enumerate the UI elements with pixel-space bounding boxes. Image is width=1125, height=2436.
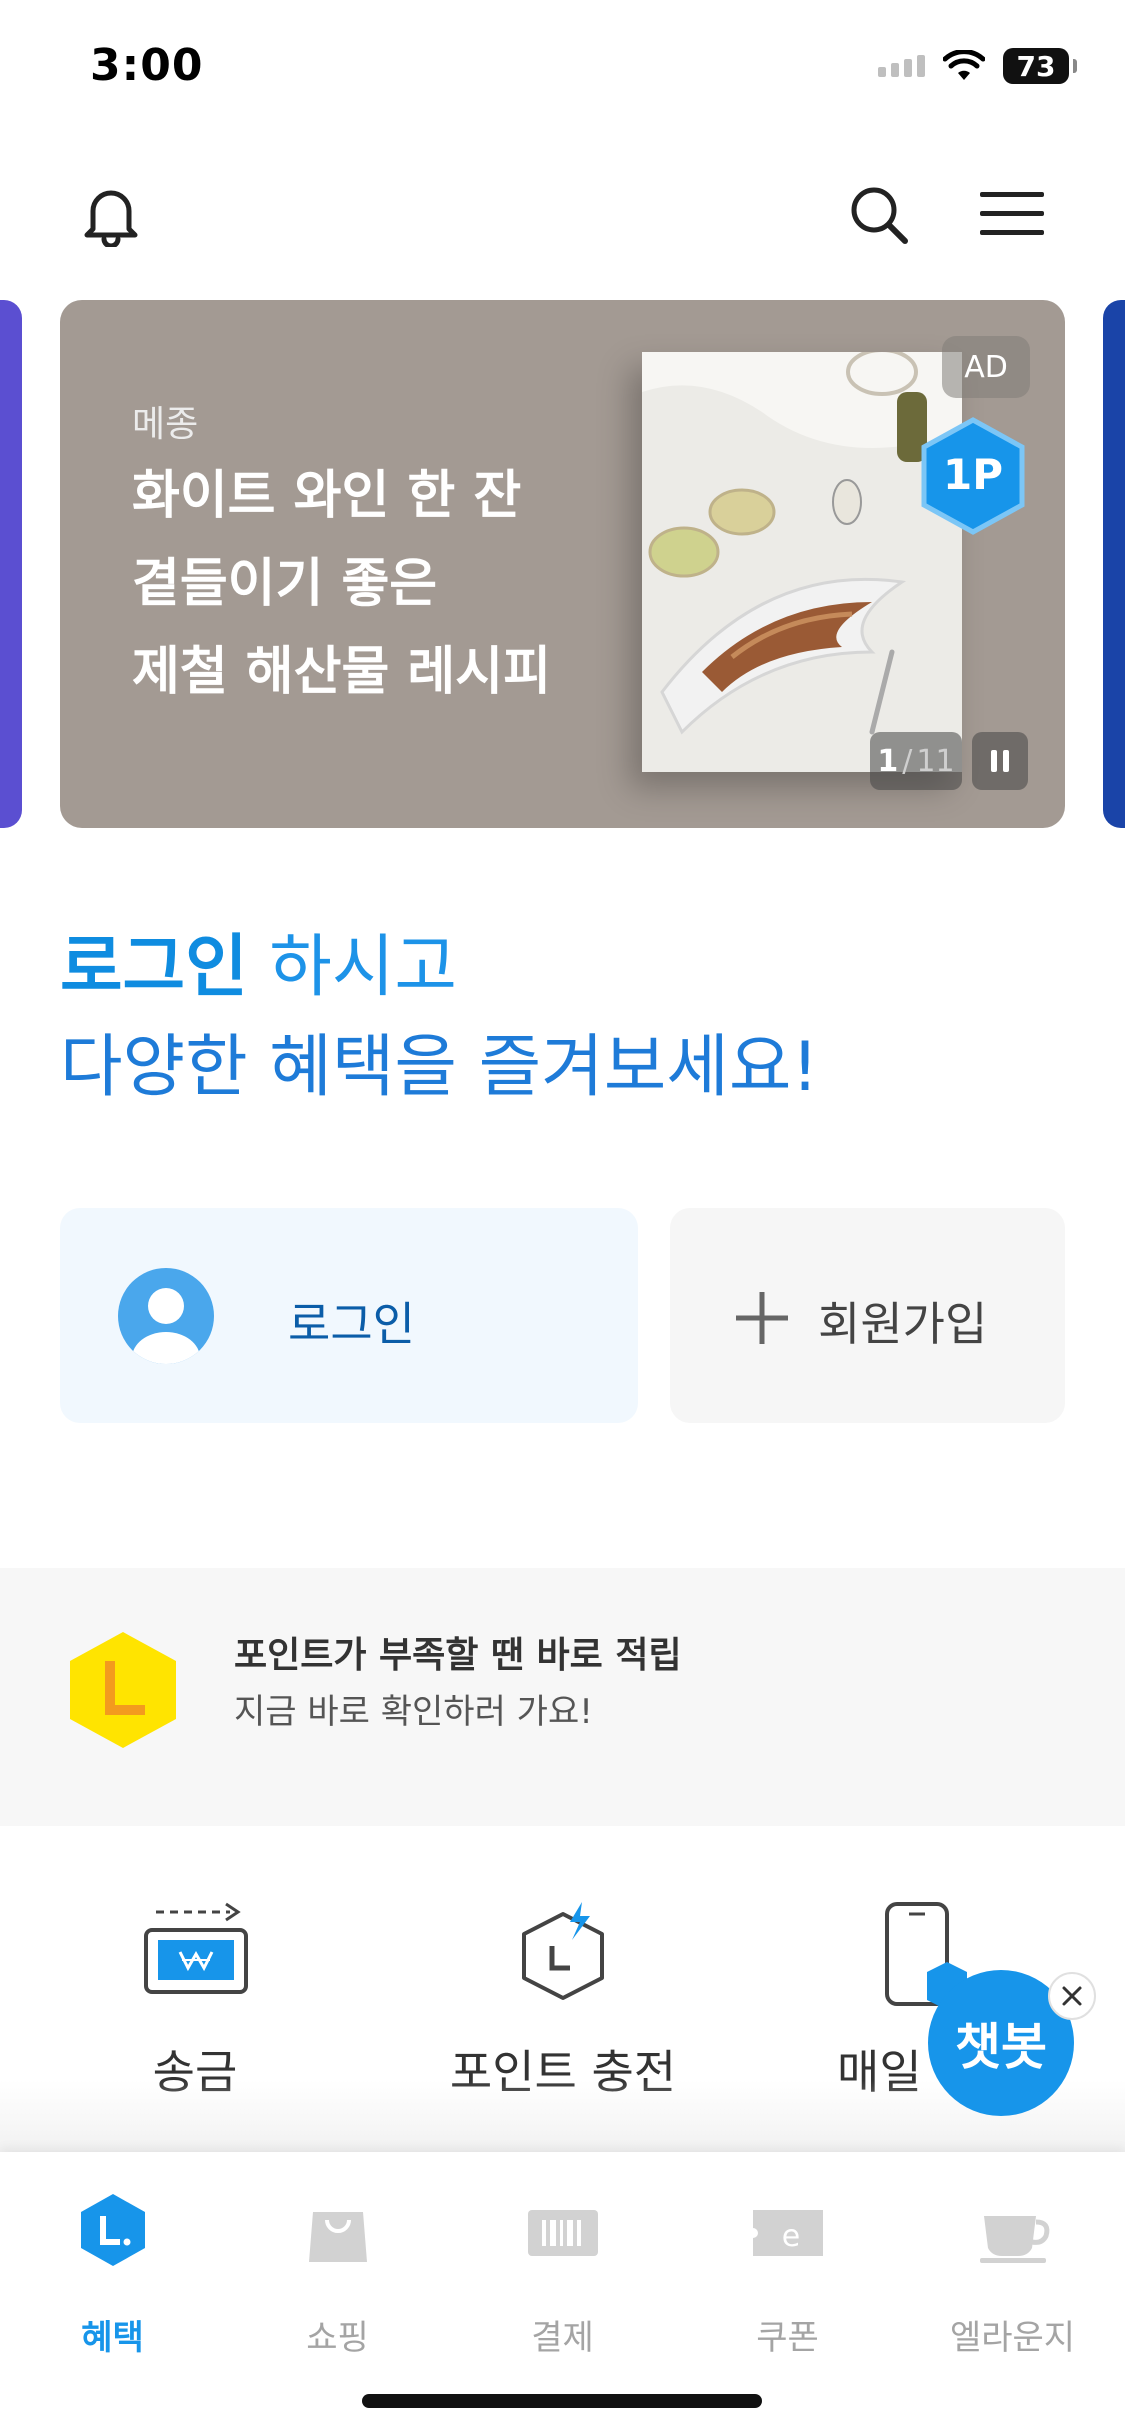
benefit-l-icon xyxy=(81,2194,145,2266)
svg-text:e: e xyxy=(782,2219,800,2254)
tab-lounge-label: 엘라운지 xyxy=(949,2318,1076,2358)
tab-benefit[interactable]: 혜택 xyxy=(0,2192,225,2358)
tab-coupon[interactable]: e 쿠폰 xyxy=(675,2192,900,2358)
signup-button-label: 회원가입 xyxy=(818,1297,988,1351)
headline-line2: 다양한 혜택을 즐겨보세요! xyxy=(60,1028,819,1107)
tab-benefit-label: 혜택 xyxy=(81,2318,144,2358)
pause-icon xyxy=(991,750,997,772)
counter-current: 1 xyxy=(877,743,899,779)
chatbot-label: 챗봇 xyxy=(955,2018,1047,2076)
banner-title-line-2: 곁들이기 좋은 xyxy=(132,554,438,614)
menu-hamburger-icon[interactable] xyxy=(976,184,1048,244)
points-promo-title: 포인트가 부족할 땐 바로 적립 xyxy=(234,1635,682,1676)
banner-food-image xyxy=(642,352,962,772)
l-point-icon xyxy=(66,1628,180,1752)
signup-card[interactable]: 회원가입 xyxy=(670,1208,1065,1423)
login-card[interactable]: 로그인 xyxy=(60,1208,638,1423)
tab-payment-label: 결제 xyxy=(531,2318,594,2358)
tab-payment[interactable]: 결제 xyxy=(450,2192,675,2358)
money-transfer-icon xyxy=(144,1902,248,1994)
carousel-prev-peek[interactable] xyxy=(0,300,22,828)
carousel-counter: 1 / 11 xyxy=(870,732,962,790)
promo-banner[interactable]: 메종 화이트 와인 한 잔 곁들이기 좋은 제철 해산물 레시피 AD 1P 1… xyxy=(60,300,1065,828)
tab-shopping-label: 쇼핑 xyxy=(306,2318,369,2358)
chatbot-close-icon[interactable] xyxy=(1048,1972,1096,2020)
coffee-cup-icon xyxy=(980,2216,1050,2263)
carousel-pause-button[interactable] xyxy=(972,732,1028,790)
avatar-icon xyxy=(118,1268,214,1364)
battery-icon: 73 xyxy=(1003,48,1077,84)
wifi-icon xyxy=(943,50,985,80)
banner-title-line-1: 화이트 와인 한 잔 xyxy=(132,466,522,526)
headline-line1-rest: 하시고 xyxy=(247,928,457,1007)
battery-level: 73 xyxy=(1016,49,1056,83)
banner-title-line-3: 제철 해산물 레시피 xyxy=(132,642,551,702)
login-headline: 로그인 하시고 다양한 혜택을 즐겨보세요! xyxy=(60,918,819,1118)
points-promo-subtitle: 지금 바로 확인하러 가요! xyxy=(234,1692,593,1732)
search-icon[interactable] xyxy=(844,180,914,250)
cellular-signal-icon xyxy=(878,55,925,77)
counter-separator: / xyxy=(902,743,913,779)
quick-menu-point-charge[interactable]: 포인트 충전 xyxy=(398,1900,728,2100)
tab-lounge[interactable]: 엘라운지 xyxy=(900,2192,1125,2358)
point-badge-label: 1P xyxy=(942,450,1003,499)
login-button-label: 로그인 xyxy=(288,1297,415,1351)
banner-brand: 메종 xyxy=(132,404,199,445)
headline-login-word: 로그인 xyxy=(60,928,248,1007)
point-charge-icon xyxy=(522,1902,604,2000)
points-promo-banner[interactable]: 포인트가 부족할 땐 바로 적립 지금 바로 확인하러 가요! xyxy=(0,1568,1125,1826)
tab-shopping[interactable]: 쇼핑 xyxy=(225,2192,450,2358)
tab-coupon-label: 쿠폰 xyxy=(756,2318,819,2358)
quick-menu-transfer[interactable]: 송금 xyxy=(30,1900,360,2100)
point-badge: 1P xyxy=(918,416,1028,536)
ad-badge: AD xyxy=(942,336,1030,398)
plus-icon xyxy=(736,1292,788,1344)
shopping-bag-icon xyxy=(309,2212,367,2262)
status-icons: 73 xyxy=(878,48,1077,84)
carousel-next-peek[interactable] xyxy=(1103,300,1125,828)
home-indicator xyxy=(362,2394,762,2408)
notification-bell-icon[interactable] xyxy=(76,180,146,250)
banner-title: 화이트 와인 한 잔 곁들이기 좋은 제철 해산물 레시피 xyxy=(132,452,552,716)
counter-total: 11 xyxy=(916,743,955,779)
barcode-icon xyxy=(528,2210,598,2256)
coupon-icon: e xyxy=(753,2210,823,2256)
status-time: 3:00 xyxy=(90,40,204,91)
